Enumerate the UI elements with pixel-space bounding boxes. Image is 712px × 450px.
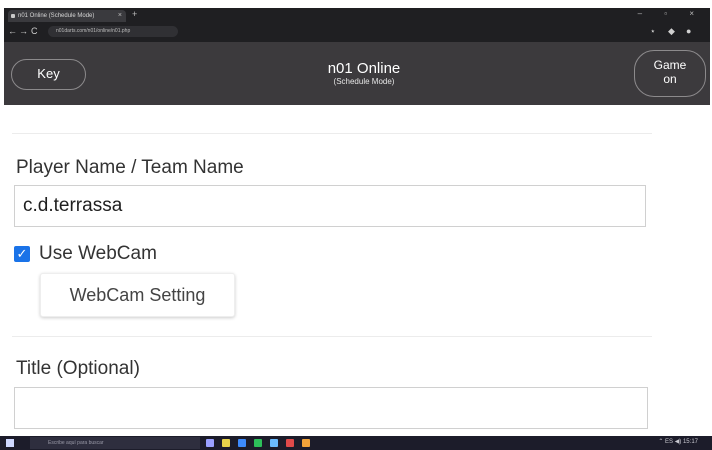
back-icon[interactable]: ← [8, 26, 17, 36]
favicon-icon [11, 14, 15, 18]
browser-chrome: n01 Online (Schedule Mode) × + – ▫ × ← →… [4, 8, 710, 42]
webcam-setting-button[interactable]: WebCam Setting [40, 273, 235, 317]
forward-icon[interactable]: → [19, 26, 28, 36]
player-name-input[interactable] [14, 185, 646, 227]
game-on-label-line2: on [663, 72, 677, 86]
url-text: n01darts.com/n01/online/n01.php [56, 28, 131, 34]
new-tab-icon[interactable]: + [132, 9, 137, 19]
game-on-button[interactable]: Game on [634, 50, 706, 97]
taskbar-app-icon[interactable] [206, 439, 214, 447]
title-label: Title (Optional) [16, 358, 140, 379]
windows-start-icon[interactable] [6, 439, 14, 447]
reload-icon[interactable]: C [31, 26, 38, 36]
address-bar[interactable]: n01darts.com/n01/online/n01.php [48, 26, 178, 37]
use-webcam-label: Use WebCam [39, 243, 157, 264]
taskbar-app-icon[interactable] [238, 439, 246, 447]
game-on-label-line1: Game [653, 58, 687, 72]
taskbar-search-placeholder: Escribe aquí para buscar [48, 440, 104, 446]
taskbar-app-icon[interactable] [270, 439, 278, 447]
extension-icon[interactable]: ◆ [668, 26, 675, 37]
taskbar-app-icon[interactable] [286, 439, 294, 447]
system-tray[interactable]: ⌃ ES ◀) 15:17 [658, 438, 698, 445]
key-button[interactable]: Key [11, 59, 86, 90]
use-webcam-row[interactable]: ✓ Use WebCam [14, 242, 157, 266]
title-input[interactable] [14, 387, 648, 429]
screen-top-strip [0, 0, 712, 8]
tab-strip: n01 Online (Schedule Mode) × + – ▫ × [4, 8, 710, 22]
profile-icon[interactable]: ● [686, 26, 691, 36]
app-subtitle: (Schedule Mode) [333, 77, 395, 86]
app-title: n01 Online [327, 60, 401, 77]
use-webcam-checkbox[interactable]: ✓ [14, 246, 30, 262]
bookmark-star-icon[interactable]: ⋆ [650, 26, 656, 37]
taskbar-app-icon[interactable] [222, 439, 230, 447]
page-title: n01 Online (Schedule Mode) [304, 60, 424, 87]
app-header: Key n01 Online (Schedule Mode) Game on [4, 42, 710, 105]
window-controls[interactable]: – ▫ × [638, 9, 704, 18]
browser-tab[interactable]: n01 Online (Schedule Mode) × [8, 10, 126, 22]
section-divider [12, 133, 652, 134]
taskbar-app-icon[interactable] [254, 439, 262, 447]
windows-taskbar: Escribe aquí para buscar ⌃ ES ◀) 15:17 [0, 436, 712, 450]
taskbar-app-icons [206, 436, 310, 450]
taskbar-app-icon[interactable] [302, 439, 310, 447]
section-divider [12, 336, 652, 337]
player-name-label: Player Name / Team Name [16, 157, 244, 178]
tab-close-icon[interactable]: × [118, 10, 122, 22]
browser-tab-title: n01 Online (Schedule Mode) [18, 13, 95, 19]
address-row: ← → C n01darts.com/n01/online/n01.php ⋆ … [4, 22, 710, 42]
taskbar-search-box[interactable]: Escribe aquí para buscar [30, 437, 200, 449]
